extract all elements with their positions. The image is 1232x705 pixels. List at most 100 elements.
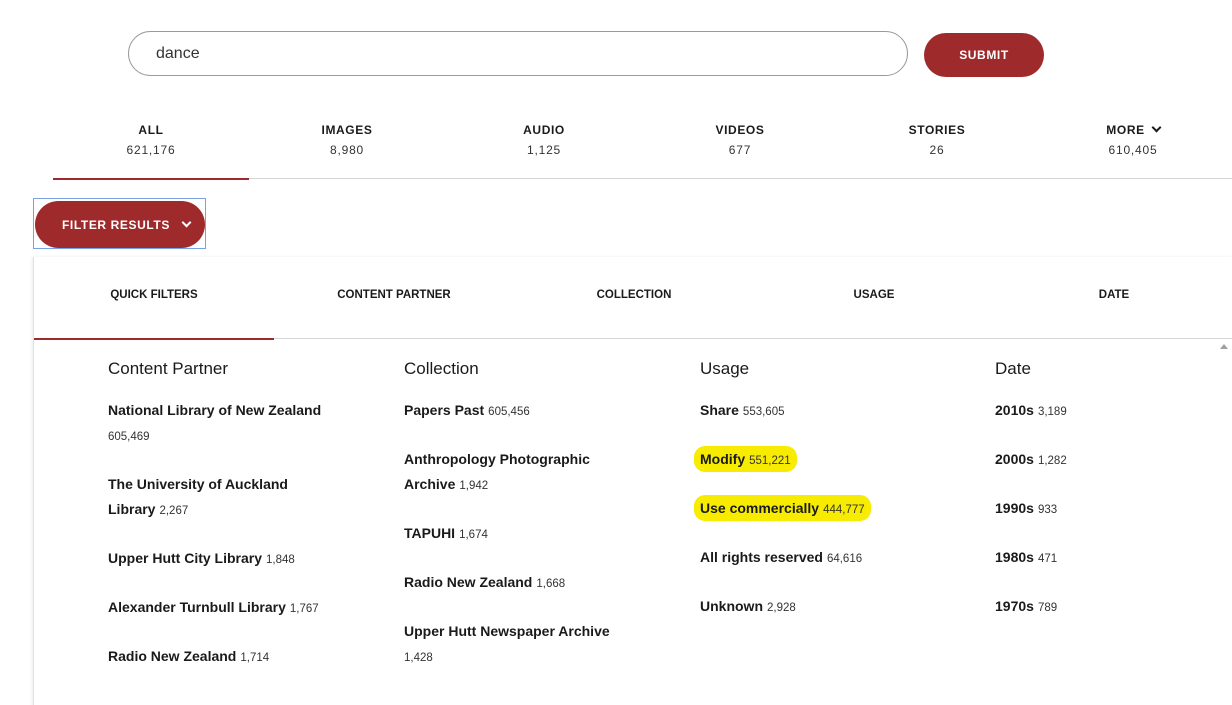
option-count: 1,674 bbox=[459, 529, 488, 541]
option-count: 64,616 bbox=[826, 553, 863, 565]
filter-option[interactable]: All rights reserved 64,616 bbox=[700, 545, 930, 572]
column-title: Content Partner bbox=[108, 359, 229, 378]
filter-option[interactable]: 2010s 3,189 bbox=[995, 398, 1195, 425]
option-name: Unknown bbox=[700, 598, 763, 614]
tab-count: 1,125 bbox=[526, 143, 562, 157]
tab-count: 610,405 bbox=[1108, 143, 1158, 157]
filter-option[interactable]: 1980s 471 bbox=[995, 545, 1195, 572]
filter-option[interactable]: Upper Hutt Newspaper Archive 1,428 bbox=[404, 619, 634, 671]
option-name: Alexander Turnbull Library bbox=[108, 599, 286, 615]
filter-tab-usage[interactable]: USAGE bbox=[754, 257, 994, 339]
column-title: Date bbox=[995, 359, 1031, 378]
tab-stories[interactable]: STORIES 26 bbox=[839, 118, 1035, 179]
option-count: 1,767 bbox=[289, 603, 319, 615]
option-count: 605,469 bbox=[108, 431, 150, 443]
tab-label: STORIES bbox=[908, 123, 966, 137]
option-count: 605,456 bbox=[488, 406, 530, 418]
option-name: Upper Hutt City Library bbox=[108, 550, 263, 566]
option-name: 1990s bbox=[995, 500, 1034, 516]
option-name: TAPUHI bbox=[404, 525, 456, 541]
filter-option[interactable]: 1990s 933 bbox=[995, 496, 1195, 523]
tab-label: VIDEOS bbox=[715, 123, 765, 137]
chevron-down-icon bbox=[1151, 122, 1162, 133]
column-title: Usage bbox=[700, 359, 750, 378]
submit-button[interactable]: SUBMIT bbox=[924, 33, 1044, 77]
scroll-up-arrow-icon[interactable] bbox=[1220, 344, 1228, 349]
filter-option[interactable]: Unknown 2,928 bbox=[700, 594, 930, 621]
option-count: 1,428 bbox=[404, 652, 433, 664]
tab-all[interactable]: ALL 621,176 bbox=[53, 118, 249, 180]
content-partner-column: Content Partner National Library of New … bbox=[108, 359, 338, 693]
option-name: Share bbox=[700, 402, 739, 418]
option-count: 551,221 bbox=[749, 455, 791, 467]
option-count: 553,605 bbox=[742, 406, 785, 418]
option-name: 1980s bbox=[995, 549, 1034, 565]
option-name: All rights reserved bbox=[700, 549, 823, 565]
option-count: 1,848 bbox=[266, 554, 295, 566]
option-count: 933 bbox=[1037, 504, 1058, 516]
option-name: National Library of New Zealand bbox=[108, 402, 322, 418]
filter-option[interactable]: Radio New Zealand 1,714 bbox=[108, 644, 338, 671]
tab-images[interactable]: IMAGES 8,980 bbox=[249, 118, 445, 179]
filter-option[interactable]: Upper Hutt City Library 1,848 bbox=[108, 546, 338, 573]
tab-label: IMAGES bbox=[321, 123, 373, 137]
tab-count: 621,176 bbox=[126, 143, 176, 157]
date-column: Date 2010s 3,189 2000s 1,282 1990s 933 1980… bbox=[995, 359, 1195, 643]
highlight-mark: Modify 551,221 bbox=[697, 449, 794, 469]
filter-tabs: QUICK FILTERS CONTENT PARTNER COLLECTION… bbox=[34, 257, 1232, 340]
tab-label: AUDIO bbox=[523, 123, 565, 137]
filter-tab-content-partner[interactable]: CONTENT PARTNER bbox=[274, 257, 514, 339]
option-name: 2000s bbox=[995, 451, 1034, 467]
tab-audio[interactable]: AUDIO 1,125 bbox=[446, 118, 642, 179]
option-name: Papers Past bbox=[404, 402, 485, 418]
tab-more[interactable]: MORE 610,405 bbox=[1035, 118, 1231, 179]
filter-panel: QUICK FILTERS CONTENT PARTNER COLLECTION… bbox=[33, 257, 1232, 705]
filter-button-focus-ring: FILTER RESULTS bbox=[33, 198, 206, 249]
filter-option[interactable]: The University of Auckland Library 2,267 bbox=[108, 472, 298, 524]
option-count: 444,777 bbox=[823, 504, 865, 516]
option-count: 2,267 bbox=[159, 505, 189, 517]
tab-count: 677 bbox=[728, 143, 752, 157]
filter-results-label: FILTER RESULTS bbox=[62, 217, 170, 232]
filter-tab-quick-filters[interactable]: QUICK FILTERS bbox=[34, 257, 274, 340]
filter-results-button[interactable]: FILTER RESULTS bbox=[35, 201, 205, 248]
option-name: Radio New Zealand bbox=[108, 648, 237, 664]
filter-option[interactable]: Modify 551,221 bbox=[697, 447, 930, 474]
tab-videos[interactable]: VIDEOS 677 bbox=[642, 118, 838, 179]
option-name: 1970s bbox=[995, 598, 1034, 614]
option-name: Modify bbox=[700, 451, 746, 467]
filter-tab-collection[interactable]: COLLECTION bbox=[514, 257, 754, 339]
filter-option[interactable]: National Library of New Zealand 605,469 bbox=[108, 398, 338, 450]
option-count: 3,189 bbox=[1037, 406, 1067, 418]
filter-option[interactable]: TAPUHI 1,674 bbox=[404, 521, 634, 548]
option-count: 2,928 bbox=[767, 602, 796, 614]
filter-option[interactable]: Papers Past 605,456 bbox=[404, 398, 634, 425]
result-type-tabs: ALL 621,176 IMAGES 8,980 AUDIO 1,125 VID… bbox=[53, 118, 1232, 180]
option-count: 1,668 bbox=[536, 578, 566, 590]
option-name: Radio New Zealand bbox=[404, 574, 533, 590]
filter-option[interactable]: Use commercially 444,777 bbox=[697, 496, 930, 523]
option-name: Use commercially bbox=[700, 500, 820, 516]
filter-option[interactable]: Anthropology Photographic Archive 1,942 bbox=[404, 447, 604, 499]
collection-column: Collection Papers Past 605,456 Anthropolo… bbox=[404, 359, 634, 693]
filter-option[interactable]: 1970s 789 bbox=[995, 594, 1195, 621]
option-count: 1,942 bbox=[459, 480, 489, 492]
usage-column: Usage Share 553,605 Modify 551,221 Use com… bbox=[697, 359, 930, 643]
filter-option[interactable]: 2000s 1,282 bbox=[995, 447, 1195, 474]
chevron-down-icon bbox=[181, 217, 192, 228]
option-count: 789 bbox=[1037, 602, 1058, 614]
highlight-mark: Use commercially 444,777 bbox=[697, 498, 868, 518]
filter-option[interactable]: Share 553,605 bbox=[700, 398, 930, 425]
option-name: Anthropology Photographic Archive bbox=[404, 451, 590, 492]
search-input[interactable] bbox=[128, 31, 908, 76]
tab-count: 8,980 bbox=[329, 143, 365, 157]
column-title: Collection bbox=[404, 359, 479, 378]
filter-option[interactable]: Alexander Turnbull Library 1,767 bbox=[108, 595, 338, 622]
option-name: Upper Hutt Newspaper Archive bbox=[404, 623, 610, 639]
option-name: 2010s bbox=[995, 402, 1034, 418]
option-count: 471 bbox=[1037, 553, 1058, 565]
option-name: The University of Auckland Library bbox=[108, 476, 288, 517]
filter-option[interactable]: Radio New Zealand 1,668 bbox=[404, 570, 634, 597]
option-count: 1,282 bbox=[1037, 455, 1067, 467]
filter-tab-date[interactable]: DATE bbox=[994, 257, 1232, 339]
